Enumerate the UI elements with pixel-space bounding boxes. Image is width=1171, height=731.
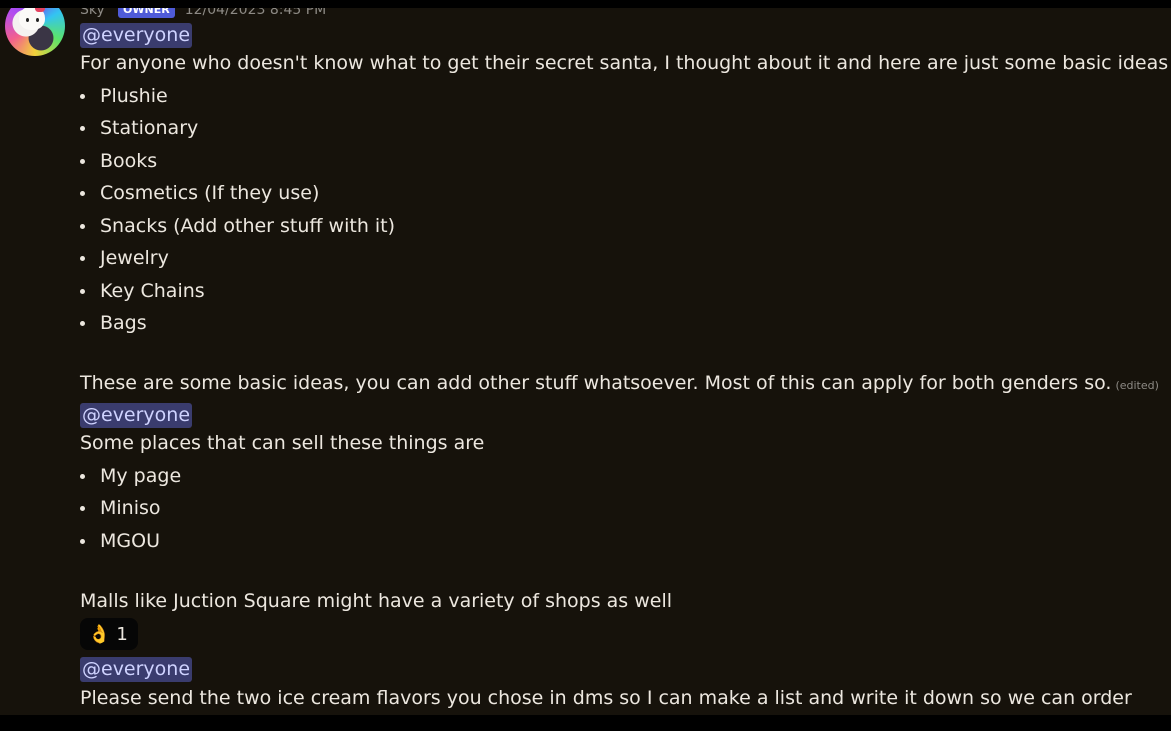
bullet-dot: [80, 191, 85, 196]
avatar-eye: [36, 18, 39, 22]
app-frame: Sky OWNER 12/04/2023 8:45 PM @everyone F…: [0, 0, 1171, 731]
bullet-dot: [80, 506, 85, 511]
bullet-dot: [80, 224, 85, 229]
message-text: Malls like Juction Square might have a v…: [80, 590, 673, 612]
mention-everyone[interactable]: @everyone: [80, 657, 193, 682]
list-item-text: My page: [100, 465, 182, 487]
mention-line: @everyone: [80, 403, 193, 428]
user-avatar[interactable]: [5, 8, 65, 56]
bullet-dot: [80, 289, 85, 294]
list-item-text: Stationary: [100, 117, 199, 139]
list-item-text: Books: [100, 150, 158, 172]
mention-line: @everyone: [80, 657, 193, 682]
bottom-bar: [0, 715, 1171, 731]
username[interactable]: Sky: [80, 8, 108, 18]
avatar-eye: [26, 18, 29, 22]
list-item-text: Bags: [100, 312, 147, 334]
list-item-text: Miniso: [100, 497, 161, 519]
mention-everyone[interactable]: @everyone: [80, 23, 193, 48]
bullet-dot: [80, 321, 85, 326]
reaction-count: 1: [116, 623, 128, 645]
reaction-button[interactable]: 👌 1: [80, 618, 138, 650]
list-item-text: Jewelry: [100, 247, 169, 269]
ok-hand-emoji-icon: 👌: [88, 623, 111, 645]
list-item-text: MGOU: [100, 530, 160, 552]
role-badge: OWNER: [118, 8, 175, 18]
message-text: For anyone who doesn't know what to get …: [80, 52, 1169, 74]
bullet-dot: [80, 159, 85, 164]
bullet-dot: [80, 256, 85, 261]
mention-everyone[interactable]: @everyone: [80, 403, 193, 428]
message-text-line: These are some basic ideas, you can add …: [80, 371, 1159, 398]
list-item-text: Key Chains: [100, 280, 205, 302]
avatar-bow: [35, 8, 45, 12]
bullet-dot: [80, 94, 85, 99]
list-item-text: Snacks (Add other stuff with it): [100, 215, 396, 237]
bullet-dot: [80, 539, 85, 544]
message-timestamp: 12/04/2023 8:45 PM: [184, 8, 327, 18]
list-item-text: Cosmetics (If they use): [100, 182, 320, 204]
message-text: These are some basic ideas, you can add …: [80, 372, 1112, 394]
message-list: Sky OWNER 12/04/2023 8:45 PM @everyone F…: [0, 8, 1171, 715]
bullet-dot: [80, 474, 85, 479]
bullet-dot: [80, 126, 85, 131]
message-header: Sky OWNER 12/04/2023 8:45 PM: [80, 8, 326, 18]
edited-label: (edited): [1115, 379, 1159, 392]
mention-line: @everyone: [80, 23, 193, 48]
message-text: Some places that can sell these things a…: [80, 432, 485, 454]
message-text: Please send the two ice cream flavors yo…: [80, 687, 1132, 709]
list-item-text: Plushie: [100, 85, 168, 107]
